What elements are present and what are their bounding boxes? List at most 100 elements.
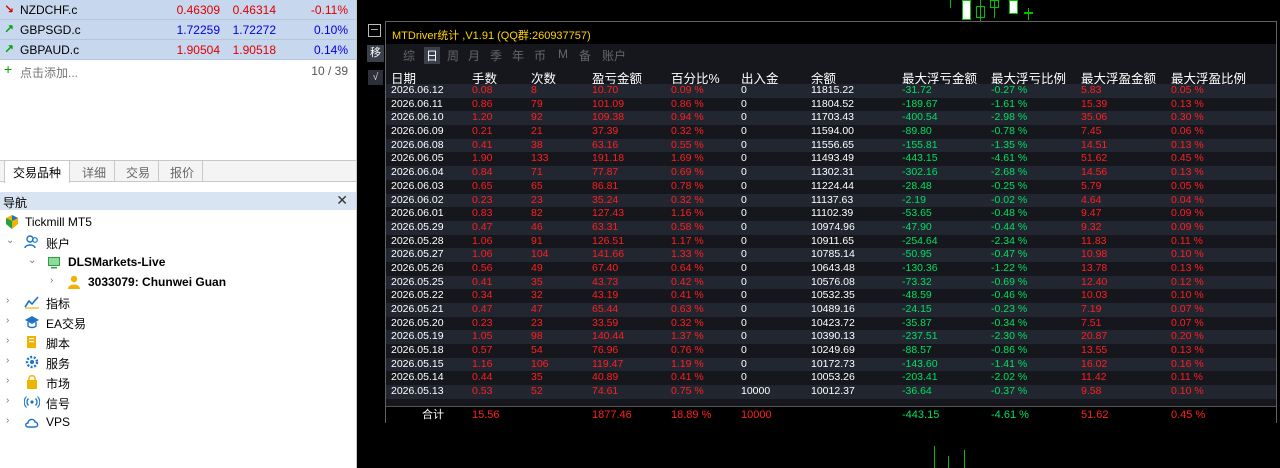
table-row[interactable]: 2026.06.11 0.86 79 101.09 0.86 % 0 11804.52 -18… [386,98,1276,112]
chevron-down-icon[interactable]: ⌄ [28,255,38,266]
col-balance: 11137.63 [811,193,854,206]
col-date: 2026.06.12 [391,84,444,96]
col-balance: 11302.31 [811,166,855,179]
table-row[interactable]: 2026.05.22 0.34 32 43.19 0.41 % 0 10532.35 -48.… [386,289,1276,303]
table-row[interactable]: 2026.06.05 1.90 133 191.18 1.69 % 0 11493.49 -4… [386,152,1276,166]
table-row[interactable]: 2026.06.09 0.21 21 37.39 0.32 % 0 11594.00 -89.… [386,125,1276,139]
period-tab[interactable]: 综 [403,47,415,64]
col-trades: 38 [531,138,543,151]
navigator-item-4[interactable]: › 服务 [0,352,356,372]
table-row[interactable]: 2026.05.29 0.47 46 63.31 0.58 % 0 10974.96 -47.… [386,220,1276,235]
table-row[interactable]: 2026.05.27 1.06 104 141.66 1.33 % 0 10785.14 -5… [386,248,1276,262]
table-row[interactable]: 2026.05.21 0.47 47 65.44 0.63 % 0 10489.16 -24.… [386,303,1276,317]
col-pnl: 191.18 [592,152,625,165]
col-date: 2026.05.27 [391,248,444,261]
col-pnl: 37.39 [592,125,619,138]
market-icon [27,375,37,389]
tab-ticks[interactable]: 报价 [162,161,204,182]
col-pnl: 127.43 [592,207,625,220]
chevron-right-icon[interactable]: › [6,395,16,406]
col-lots: 0.47 [472,303,493,315]
table-row[interactable]: 2026.05.28 1.06 91 126.51 1.17 % 0 10911.65 -25… [386,235,1276,249]
table-row[interactable]: 2026.05.26 0.56 49 67.40 0.64 % 0 10643.48 -130… [386,262,1276,276]
col-max-profit-pct: 0.13 % [1171,97,1204,110]
period-tab[interactable]: M [558,47,568,61]
totals-pct: 18.89 % [671,409,712,421]
check-button[interactable]: √ [368,70,383,85]
navigator-item-3[interactable]: › 脚本 [0,332,356,352]
table-row[interactable]: 2026.05.20 0.23 23 33.59 0.32 % 0 10423.72 -35.… [386,317,1276,331]
period-tab[interactable]: 账户 [602,47,626,64]
col-date: 2026.05.28 [391,234,444,247]
col-deposit: 0 [741,275,747,288]
chevron-down-icon[interactable]: ⌄ [6,235,16,246]
chevron-right-icon[interactable]: › [6,415,16,426]
navigator-server[interactable]: ⌄ DLSMarkets-Live [0,252,356,272]
period-tab[interactable]: 周 [447,47,459,64]
table-row[interactable]: 2026.05.19 1.05 98 140.44 1.37 % 0 10390.13 -23… [386,330,1276,345]
chevron-right-icon[interactable]: › [6,295,16,306]
col-pct: 1.16 % [671,207,704,220]
col-max-loss-pct: -4.61 % [991,152,1028,165]
table-row[interactable]: 2026.06.08 0.41 38 63.16 0.55 % 0 11556.65 -155… [386,138,1276,153]
server-icon [48,257,60,269]
col-max-profit-pct: 0.10 % [1171,289,1204,302]
table-row[interactable]: 2026.05.18 0.57 54 76.96 0.76 % 0 10249.69 -88.… [386,344,1276,358]
navigator-item-1[interactable]: › 指标 [0,292,356,312]
col-lots: 0.56 [472,261,493,274]
chevron-right-icon[interactable]: › [6,335,16,346]
table-row[interactable]: 2026.06.02 0.23 23 35.24 0.32 % 0 11137.63 -2.1… [386,193,1276,208]
table-row[interactable]: 2026.05.15 1.16 106 119.47 1.19 % 0 10172.73 -1… [386,357,1276,372]
watch-row[interactable]: ↗ GBPSGD.c 1.72259 1.72272 0.10% [0,20,356,40]
period-tab[interactable]: 备 [579,47,591,64]
service-icon [25,355,39,369]
col-max-loss: -31.72 [902,84,932,96]
totals-max-profit-pct: 0.45 % [1171,409,1206,421]
chevron-right-icon[interactable]: › [6,375,16,386]
navigator-account[interactable]: › 3033079: Chunwei Guan [0,272,356,292]
col-pct: 0.55 % [671,138,704,151]
table-row[interactable]: 2026.06.04 0.84 71 77.87 0.69 % 0 11302.31 -302… [386,166,1276,180]
period-tab[interactable]: 年 [512,47,524,64]
period-tab[interactable]: 币 [534,47,546,64]
move-button[interactable]: 移 [367,45,384,62]
collapse-button[interactable]: − [368,24,381,37]
tab-details[interactable]: 详细 [74,161,116,182]
table-row[interactable]: 2026.06.03 0.65 65 86.81 0.78 % 0 11224.44 -28.… [386,180,1276,194]
period-tab[interactable]: 季 [490,47,502,64]
col-lots: 0.57 [472,344,493,357]
table-row[interactable]: 2026.06.01 0.83 82 127.43 1.16 % 0 11102.39 -53… [386,207,1276,221]
col-pnl: 141.66 [592,248,625,261]
col-date: 2026.06.10 [391,111,444,124]
table-row[interactable]: 2026.06.10 1.20 92 109.38 0.94 % 0 11703.43 -40… [386,111,1276,126]
col-max-profit: 51.62 [1081,152,1108,165]
col-date: 2026.05.25 [391,275,444,288]
navigator-accounts[interactable]: ⌄ 账户 [0,232,356,252]
close-icon[interactable]: ✕ [336,192,348,209]
navigator-item-2[interactable]: › EA交易 [0,312,356,332]
tab-trading[interactable]: 交易 [118,161,160,182]
navigator-item-5[interactable]: › 市场 [0,372,356,392]
watch-bid: 0.46309 [176,3,220,17]
period-tab[interactable]: 月 [468,47,480,64]
table-row[interactable]: 2026.05.14 0.44 35 40.89 0.41 % 0 10053.26 -203… [386,371,1276,385]
watch-row[interactable]: ↗ GBPAUD.c 1.90504 1.90518 0.14% [0,40,356,60]
navigator-broker[interactable]: Tickmill MT5 [0,212,356,232]
chevron-right-icon[interactable]: › [6,315,16,326]
table-row[interactable]: 2026.05.13 0.53 52 74.61 0.75 % 10000 10012.37… [386,385,1276,399]
period-tab[interactable]: 日 [424,47,441,64]
watch-row[interactable]: ↘ NZDCHF.c 0.46309 0.46314 -0.11% [0,0,356,20]
chevron-right-icon[interactable]: › [6,355,16,366]
col-balance: 11804.52 [811,97,855,110]
col-date: 2026.06.04 [391,166,444,179]
col-max-loss: -50.95 [902,248,932,261]
table-row[interactable]: 2026.05.25 0.41 35 43.73 0.42 % 0 10576.08 -73.… [386,275,1276,290]
chevron-right-icon[interactable]: › [50,275,60,286]
tab-symbols[interactable]: 交易品种 [4,161,71,183]
add-symbol-row[interactable]: + 点击添加... 10 / 39 [0,60,356,80]
navigator-item-6[interactable]: › 信号 [0,392,356,412]
col-deposit: 0 [741,330,747,343]
table-row[interactable]: 2026.06.12 0.08 8 10.70 0.09 % 0 11815.22 -31.7… [386,84,1276,98]
stats-panel[interactable]: MTDriver统计 ,V1.91 (QQ群:260937757) 综日周月季年… [385,21,1277,423]
navigator-item-7[interactable]: › VPS [0,412,356,432]
